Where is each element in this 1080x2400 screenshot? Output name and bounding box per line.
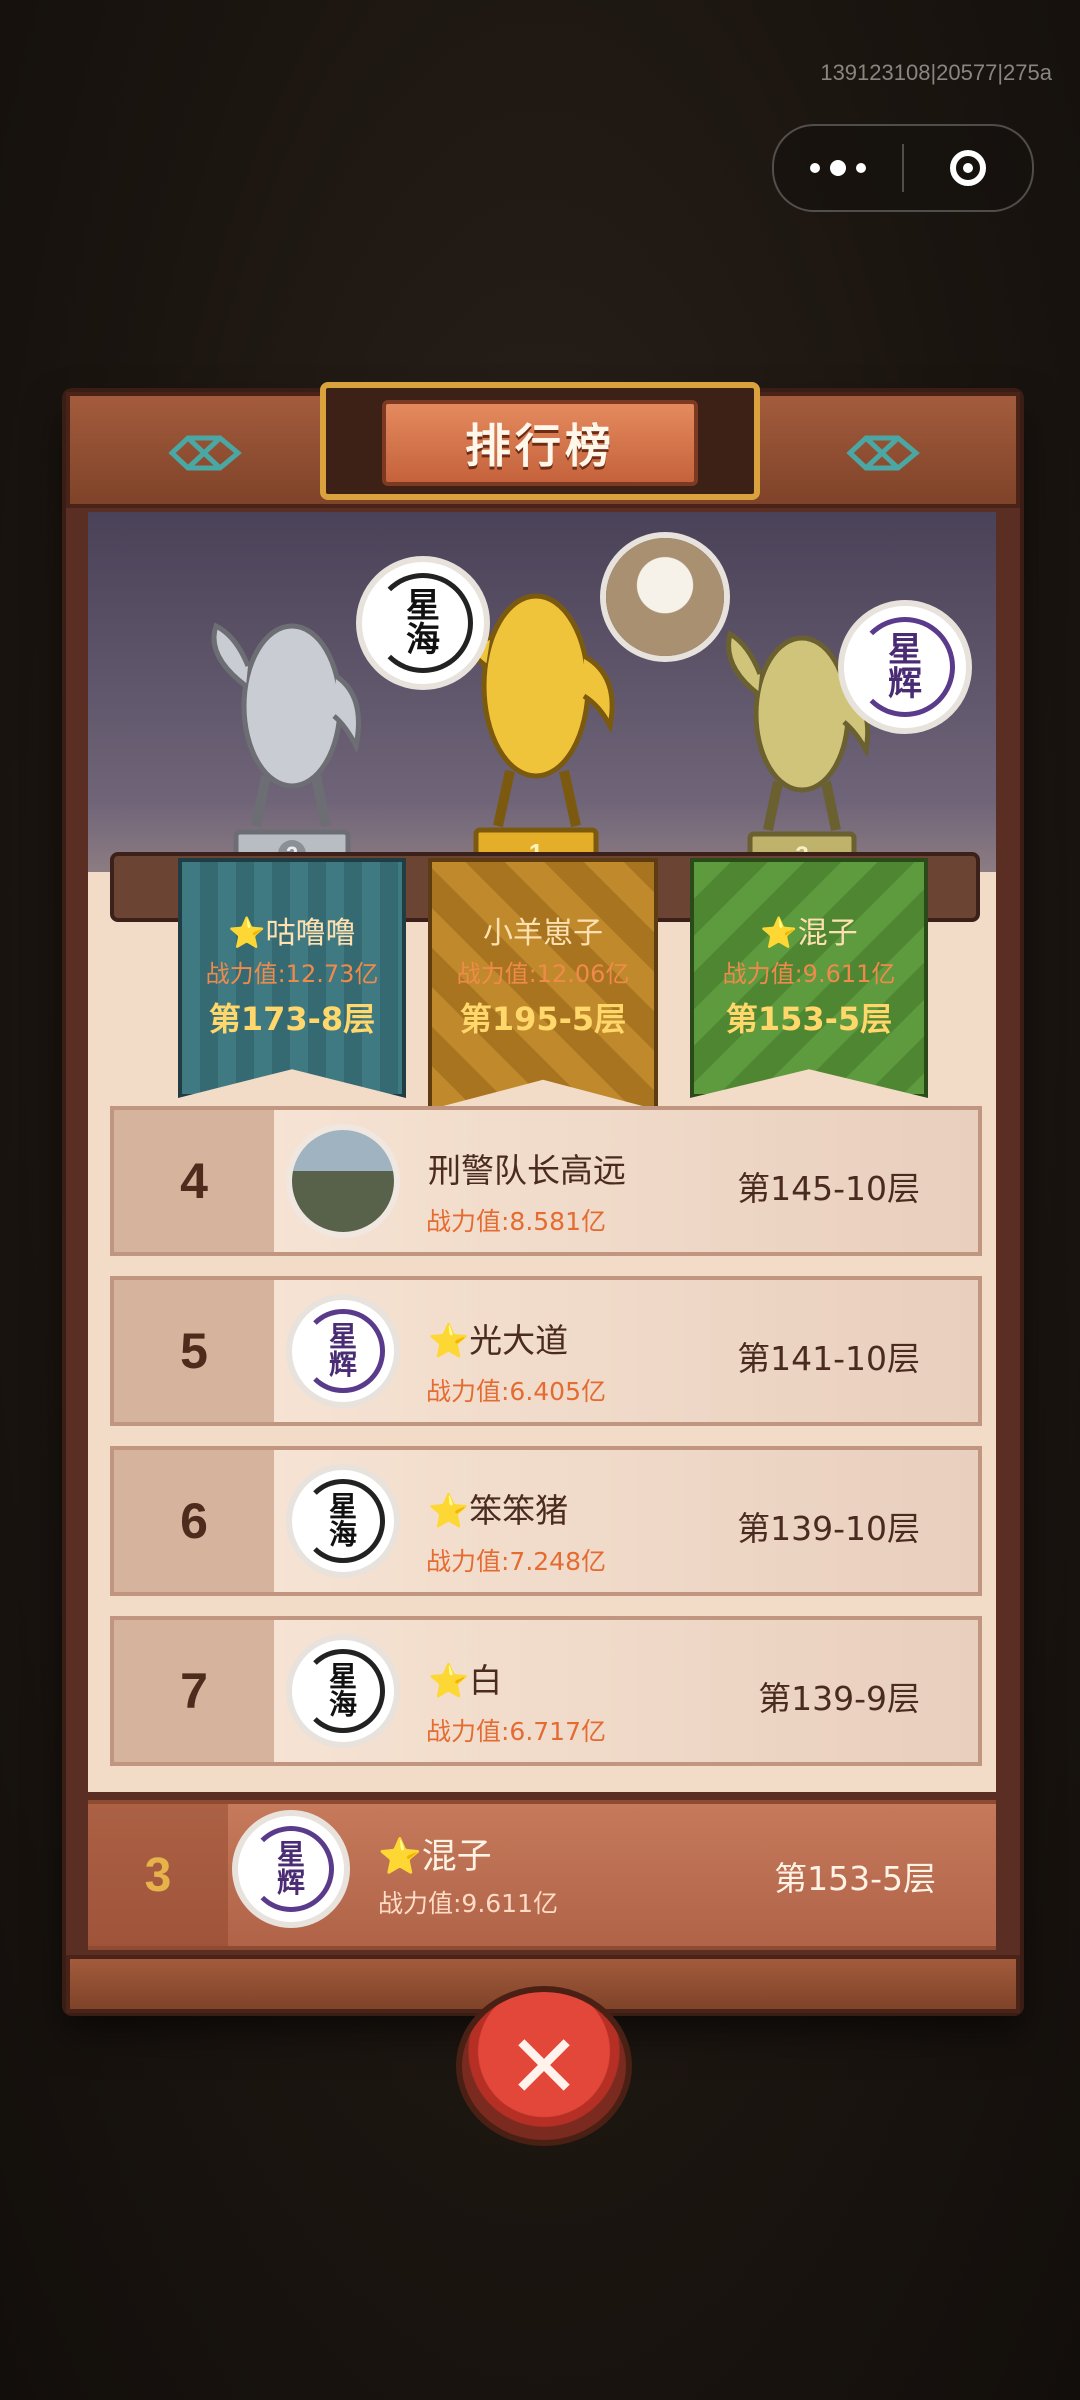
player-power: 战力值:9.611亿 xyxy=(722,960,896,988)
player-floor: 第173-8层 xyxy=(208,1000,376,1038)
rank-number: 3 xyxy=(88,1804,228,1946)
player-floor: 第141-10层 xyxy=(737,1339,920,1378)
avatar[interactable] xyxy=(600,532,730,662)
podium-card-1[interactable]: 小羊崽子 战力值:12.06亿 第195-5层 xyxy=(428,858,658,1110)
rank-number: 4 xyxy=(114,1110,274,1252)
player-floor: 第139-10层 xyxy=(737,1509,920,1548)
fish-icon xyxy=(846,430,920,488)
exit-miniprogram-button[interactable] xyxy=(904,150,1032,186)
player-name: ⭐笨笨猪 xyxy=(428,1491,569,1530)
player-floor: 第139-9层 xyxy=(758,1679,920,1718)
more-dot-icon xyxy=(810,163,820,173)
rank-number: 5 xyxy=(114,1280,274,1422)
player-power: 战力值:8.581亿 xyxy=(426,1207,606,1236)
my-rank-row[interactable]: 3 星辉 ⭐混子 战力值:9.611亿 第153-5层 xyxy=(88,1800,996,1950)
player-name: ⭐光大道 xyxy=(428,1321,569,1360)
player-floor: 第153-5层 xyxy=(774,1859,936,1898)
player-name: ⭐混子 xyxy=(378,1837,492,1877)
table-row[interactable]: 5 星辉 ⭐光大道 战力值:6.405亿 第141-10层 xyxy=(110,1276,982,1426)
player-power: 战力值:9.611亿 xyxy=(378,1889,558,1918)
close-icon: ✕ xyxy=(507,2014,581,2118)
duck-avatar-icon xyxy=(606,538,724,656)
avatar[interactable] xyxy=(286,1124,400,1238)
avatar[interactable]: 星辉 xyxy=(232,1810,350,1928)
table-row[interactable]: 7 星海 ⭐白 战力值:6.717亿 第139-9层 xyxy=(110,1616,982,1766)
player-power: 战力值:6.405亿 xyxy=(426,1377,606,1406)
avatar[interactable]: 星海 xyxy=(286,1634,400,1748)
avatar[interactable]: 星海 xyxy=(356,556,490,690)
more-dot-icon xyxy=(856,163,866,173)
player-power: 战力值:6.717亿 xyxy=(426,1717,606,1746)
player-floor: 第195-5层 xyxy=(459,1000,627,1038)
player-power: 战力值:12.06亿 xyxy=(456,960,630,988)
player-power: 战力值:12.73亿 xyxy=(205,960,379,988)
avatar-logo-text: 星海 xyxy=(328,1490,357,1551)
avatar-logo-text: 星辉 xyxy=(328,1320,357,1381)
star-icon: ⭐ xyxy=(428,1491,470,1530)
player-name: ⭐咕噜噜 xyxy=(228,916,356,951)
avatar[interactable]: 星海 xyxy=(286,1464,400,1578)
avatar[interactable]: 星辉 xyxy=(286,1294,400,1408)
target-icon xyxy=(950,150,986,186)
avatar-logo-text: 星海 xyxy=(406,586,440,660)
miniprogram-capsule xyxy=(772,124,1034,212)
player-floor: 第145-10层 xyxy=(737,1169,920,1208)
player-floor: 第153-5层 xyxy=(725,1000,893,1038)
avatar-logo-text: 星辉 xyxy=(888,630,922,704)
table-row[interactable]: 4 刑警队长高远 战力值:8.581亿 第145-10层 xyxy=(110,1106,982,1256)
player-name: 小羊崽子 xyxy=(483,916,603,951)
avatar[interactable]: 星辉 xyxy=(838,600,972,734)
podium-card-2[interactable]: ⭐咕噜噜 战力值:12.73亿 第173-8层 xyxy=(178,858,406,1098)
fish-icon xyxy=(168,430,242,488)
player-name: 刑警队长高远 xyxy=(428,1151,626,1190)
avatar-logo-text: 星辉 xyxy=(276,1838,305,1899)
rank-number: 6 xyxy=(114,1450,274,1592)
player-name: ⭐混子 xyxy=(760,916,858,951)
more-menu-button[interactable] xyxy=(774,126,902,210)
star-icon: ⭐ xyxy=(428,1321,470,1360)
page-title: 排行榜 xyxy=(382,400,698,486)
build-id-text: 139123108|20577|275a xyxy=(820,60,1052,85)
star-icon: ⭐ xyxy=(428,1661,470,1700)
avatar-logo-text: 星海 xyxy=(328,1660,357,1721)
podium-card-3[interactable]: ⭐混子 战力值:9.611亿 第153-5层 xyxy=(690,858,928,1098)
close-button[interactable]: ✕ xyxy=(456,1986,632,2146)
more-dot-icon xyxy=(830,160,846,176)
table-row[interactable]: 6 星海 ⭐笨笨猪 战力值:7.248亿 第139-10层 xyxy=(110,1446,982,1596)
star-icon: ⭐ xyxy=(378,1837,422,1877)
player-power: 战力值:7.248亿 xyxy=(426,1547,606,1576)
rank-number: 7 xyxy=(114,1620,274,1762)
player-name: ⭐白 xyxy=(428,1661,503,1700)
